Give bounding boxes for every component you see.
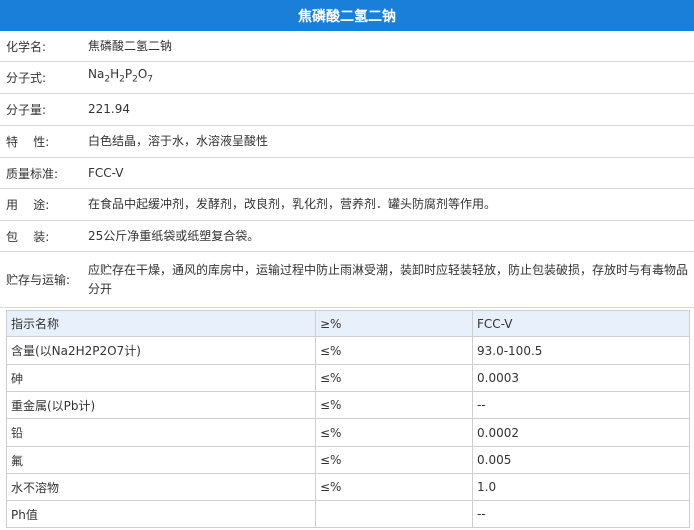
table-row: 砷 ≤% 0.0003 <box>7 365 689 392</box>
row-op: ≤% <box>316 419 473 446</box>
spec-table: 指示名称 ≥% FCC-V 含量(以Na2H2P2O7计) ≤% 93.0-10… <box>6 310 690 528</box>
row-op: ≤% <box>316 365 473 391</box>
header-standard: FCC-V <box>477 316 513 331</box>
formula-value: Na2H2P2O7 <box>88 67 154 85</box>
table-row: 含量(以Na2H2P2O7计) ≤% 93.0-100.5 <box>7 337 689 365</box>
row-value: 1.0 <box>477 480 497 494</box>
row-op: ≤% <box>316 447 473 473</box>
info-label: 分子量: <box>6 103 47 117</box>
row-name: 含量(以Na2H2P2O7计) <box>7 337 316 364</box>
table-row: 重金属(以Pb计) ≤% -- <box>7 392 689 419</box>
info-value: 25公斤净重纸袋或纸塑复合袋。 <box>88 228 260 243</box>
row-value: -- <box>477 507 486 521</box>
spec-table-header: 指示名称 ≥% FCC-V <box>7 311 689 337</box>
info-label: 用 途: <box>6 198 50 212</box>
info-label: 特 性: <box>6 135 50 149</box>
row-name: 水不溶物 <box>7 474 316 500</box>
page-title: 焦磷酸二氢二钠 <box>0 0 694 31</box>
row-op <box>316 501 473 527</box>
info-label: 化学名: <box>6 39 47 54</box>
info-value: 焦磷酸二氢二钠 <box>88 38 173 53</box>
row-value: 93.0-100.5 <box>477 343 543 358</box>
info-row-properties: 特 性: 白色结晶，溶于水，水溶液呈酸性 <box>0 126 694 158</box>
info-row-quality-standard: 质量标准: FCC-V <box>0 158 694 189</box>
info-value: 在食品中起缓冲剂，发酵剂，改良剂，乳化剂，营养剂．罐头防腐剂等作用。 <box>88 197 497 211</box>
info-row-packaging: 包 装: 25公斤净重纸袋或纸塑复合袋。 <box>0 221 694 252</box>
header-op: ≥% <box>316 311 473 336</box>
row-op: ≤% <box>316 392 473 418</box>
row-name: Ph值 <box>7 501 316 527</box>
info-label: 包 装: <box>6 229 50 244</box>
row-value: 0.0003 <box>477 371 519 385</box>
row-name: 氟 <box>7 447 316 473</box>
info-row-molecular-weight: 分子量: 221.94 <box>0 94 694 126</box>
row-value: -- <box>477 398 486 412</box>
info-label: 质量标准: <box>6 166 59 181</box>
info-row-formula: 分子式: Na2H2P2O7 <box>0 62 694 94</box>
table-row: 铅 ≤% 0.0002 <box>7 419 689 447</box>
info-value: FCC-V <box>88 165 124 180</box>
info-value: 应贮存在干燥，通风的库房中，运输过程中防止雨淋受潮，装卸时应轻装轻放，防止包装破… <box>88 262 689 296</box>
info-value: 白色结晶，溶于水，水溶液呈酸性 <box>88 134 269 148</box>
row-value: 0.0002 <box>477 425 519 440</box>
table-row: 水不溶物 ≤% 1.0 <box>7 474 689 501</box>
row-name: 重金属(以Pb计) <box>7 392 316 418</box>
table-row: 氟 ≤% 0.005 <box>7 447 689 474</box>
row-name: 铅 <box>7 419 316 446</box>
row-value: 0.005 <box>477 453 512 467</box>
info-row-storage: 贮存与运输: 应贮存在干燥，通风的库房中，运输过程中防止雨淋受潮，装卸时应轻装轻… <box>0 252 694 308</box>
row-op: ≤% <box>316 474 473 500</box>
row-op: ≤% <box>316 337 473 364</box>
table-row: Ph值 -- <box>7 501 689 527</box>
header-name: 指示名称 <box>7 311 316 336</box>
info-row-chemical-name: 化学名: 焦磷酸二氢二钠 <box>0 31 694 62</box>
row-name: 砷 <box>7 365 316 391</box>
info-label: 分子式: <box>6 71 47 85</box>
info-value: 221.94 <box>88 102 130 116</box>
info-row-usage: 用 途: 在食品中起缓冲剂，发酵剂，改良剂，乳化剂，营养剂．罐头防腐剂等作用。 <box>0 189 694 221</box>
info-label: 贮存与运输: <box>6 273 71 287</box>
